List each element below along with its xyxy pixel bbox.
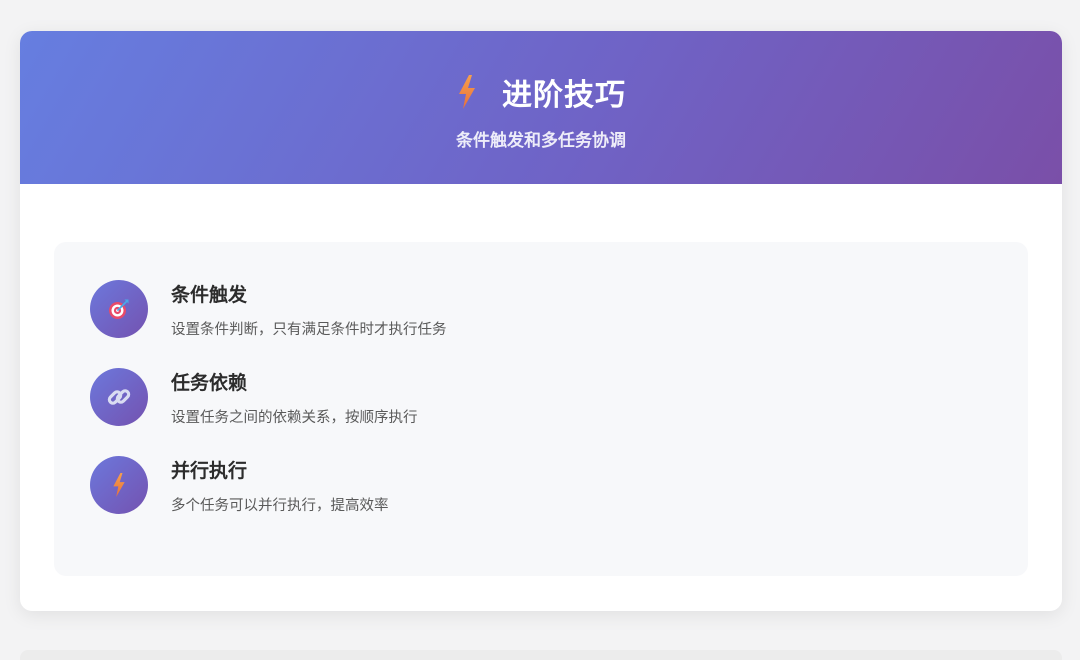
page-title: 进阶技巧 (502, 78, 626, 113)
feature-title: 任务依赖 (171, 372, 248, 394)
feature-item-task-dependency: 任务依赖 设置任务之间的依赖关系，按顺序执行 (90, 368, 990, 428)
lightning-icon (113, 473, 125, 497)
next-card-edge (20, 650, 1062, 660)
feature-title: 条件触发 (171, 284, 248, 306)
feature-icon-circle (90, 456, 148, 514)
page-subtitle: 条件触发和多任务协调 (456, 131, 626, 151)
feature-title: 并行执行 (171, 460, 248, 482)
lightning-icon (459, 75, 475, 109)
feature-description: 多个任务可以并行执行，提高效率 (171, 498, 389, 514)
feature-description: 设置条件判断，只有满足条件时才执行任务 (171, 322, 447, 338)
feature-item-parallel-execution: 并行执行 多个任务可以并行执行，提高效率 (90, 456, 990, 516)
feature-icon-circle (90, 280, 148, 338)
feature-description: 设置任务之间的依赖关系，按顺序执行 (171, 410, 418, 426)
title-row: 进阶技巧 (456, 72, 626, 113)
features-panel: 条件触发 设置条件判断，只有满足条件时才执行任务 任务依赖 设置任务之间的依赖关… (54, 242, 1028, 576)
feature-icon-circle (90, 368, 148, 426)
advanced-tips-card: 进阶技巧 条件触发和多任务协调 条件触发 设置条件判断，只有满足条件时才执行任务 (20, 31, 1062, 611)
target-icon (109, 299, 129, 319)
card-header: 进阶技巧 条件触发和多任务协调 (20, 31, 1062, 184)
link-icon (107, 389, 131, 405)
feature-item-condition-trigger: 条件触发 设置条件判断，只有满足条件时才执行任务 (90, 280, 990, 340)
